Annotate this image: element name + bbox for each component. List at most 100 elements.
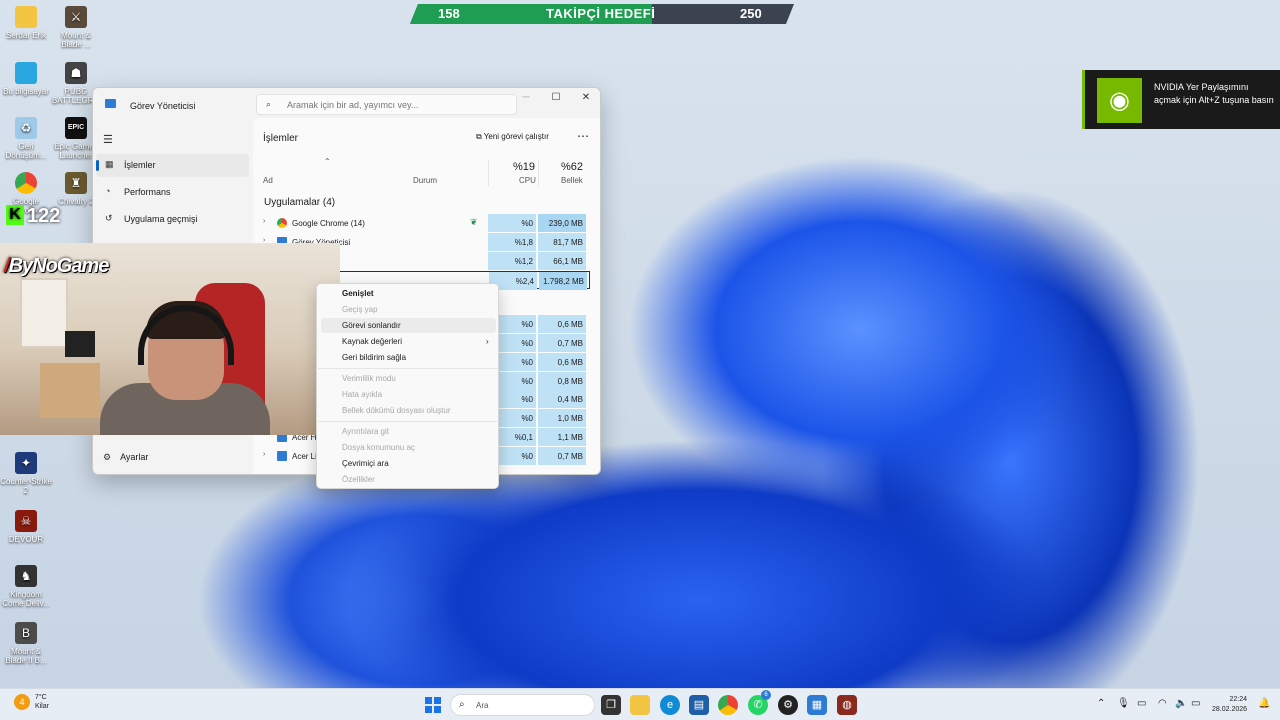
chrome-icon bbox=[15, 172, 37, 194]
menu-item-memory-dump: Bellek dökümü dosyası oluştur bbox=[342, 406, 451, 415]
submenu-arrow-icon: › bbox=[486, 337, 489, 346]
desktop-icon-recycle-bin[interactable]: ♻ Geri Dönüşüm... bbox=[0, 117, 52, 160]
menu-item-go-to-details: Ayrıntılara git bbox=[342, 427, 389, 436]
chrome-icon bbox=[277, 218, 287, 228]
system-clock[interactable]: 22:24 28.02.2026 bbox=[1212, 695, 1247, 715]
chevron-right-icon[interactable]: › bbox=[263, 451, 265, 458]
follower-goal-bar: 158 TAKİPÇİ HEDEFİ 250 bbox=[410, 4, 794, 24]
weather-widget[interactable]: 4 7°C Kilar bbox=[14, 693, 49, 711]
computer-icon bbox=[15, 62, 37, 84]
grid-icon: ▦ bbox=[105, 159, 114, 169]
context-menu: Genişlet Geçiş yap Görevi sonlandır Kayn… bbox=[316, 283, 499, 489]
desktop-icon-kingdom-come[interactable]: ♞ Kingdom Come Deliv... bbox=[0, 565, 52, 608]
hamburger-menu-icon[interactable]: ☰ bbox=[103, 133, 113, 146]
menu-item-resource-values[interactable]: Kaynak değerleri bbox=[342, 337, 402, 346]
performance-icon: ◔ bbox=[105, 186, 111, 196]
task-manager-logo-icon bbox=[105, 99, 116, 108]
menu-item-properties: Özellikler bbox=[342, 475, 375, 484]
table-row[interactable]: › Google Chrome (14) ❦ %0 239,0 MB bbox=[253, 214, 590, 232]
webcam-overlay: /ByNoGame bbox=[0, 243, 340, 435]
epic-icon: EPIC bbox=[65, 117, 87, 139]
task-view-icon[interactable]: ❐ bbox=[601, 695, 621, 715]
acer-app-icon bbox=[277, 451, 287, 461]
display-icon[interactable]: ▭ bbox=[1137, 698, 1146, 709]
gear-icon: ⚙ bbox=[103, 452, 112, 462]
chrome-icon[interactable] bbox=[718, 695, 738, 715]
file-explorer-icon[interactable] bbox=[630, 695, 650, 715]
volume-icon[interactable]: 🔈 bbox=[1175, 698, 1187, 709]
column-cpu[interactable]: CPU bbox=[519, 176, 536, 185]
weather-condition: Kilar bbox=[34, 703, 49, 710]
run-task-icon: ⧉ bbox=[476, 132, 484, 141]
taskbar: 4 7°C Kilar ⌕ Ara ❐ e ▤ ✆ 6 ⚙ ▦ ◍ ⌃ 🎙 ▭ ◠… bbox=[0, 688, 1280, 720]
game-icon: B bbox=[15, 622, 37, 644]
history-icon: ↺ bbox=[105, 213, 113, 223]
game-icon: ☠ bbox=[15, 510, 37, 532]
task-manager-taskbar-icon[interactable]: ▦ bbox=[807, 695, 827, 715]
menu-item-end-task[interactable]: Görevi sonlandır bbox=[342, 321, 401, 330]
notifications-icon[interactable]: 🔔 bbox=[1258, 698, 1270, 709]
desktop-icon-mount-blade[interactable]: ⚔ Mount & Blade ... bbox=[50, 6, 102, 49]
column-name[interactable]: Ad bbox=[263, 176, 273, 185]
menu-item-expand[interactable]: Genişlet bbox=[342, 289, 374, 298]
wifi-icon[interactable]: ◠ bbox=[1158, 698, 1167, 709]
obs-icon[interactable]: ◍ bbox=[837, 695, 857, 715]
minimize-button[interactable]: ─ bbox=[511, 92, 541, 108]
memory-total: %62 bbox=[561, 161, 584, 173]
taskbar-search[interactable]: ⌕ Ara bbox=[450, 694, 595, 716]
menu-item-open-file-location: Dosya konumunu aç bbox=[342, 443, 415, 452]
maximize-button[interactable]: ☐ bbox=[541, 92, 571, 108]
start-button[interactable] bbox=[425, 697, 441, 713]
steam-icon[interactable]: ⚙ bbox=[778, 695, 798, 715]
window-title: Görev Yöneticisi bbox=[130, 101, 196, 111]
close-button[interactable]: ✕ bbox=[571, 92, 600, 108]
menu-item-switch-to: Geçiş yap bbox=[342, 305, 378, 314]
nav-item-processes[interactable]: ▦ İşlemler bbox=[96, 154, 249, 177]
nav-item-app-history[interactable]: ↺ Uygulama geçmişi bbox=[96, 208, 249, 231]
follower-current: 158 bbox=[438, 6, 460, 21]
desktop-icon-devour[interactable]: ☠ DEVOUR bbox=[0, 510, 52, 544]
follower-goal-label: TAKİPÇİ HEDEFİ bbox=[546, 6, 656, 21]
follower-goal-target: 250 bbox=[740, 6, 762, 21]
store-icon[interactable]: ▤ bbox=[689, 695, 709, 715]
streamer-logo: /ByNoGame bbox=[4, 255, 109, 277]
game-icon: ♜ bbox=[65, 172, 87, 194]
search-icon: ⌕ bbox=[459, 699, 465, 710]
nav-item-performance[interactable]: ◔ Performans bbox=[96, 181, 249, 204]
weather-icon: 4 bbox=[14, 694, 30, 710]
desktop-icon-bannerlord[interactable]: B Mount & Blade II B... bbox=[0, 622, 52, 665]
menu-item-feedback[interactable]: Geri bildirim sağla bbox=[342, 353, 406, 362]
sort-arrow-icon: ⌃ bbox=[324, 157, 331, 166]
search-input[interactable]: ⌕ Aramak için bir ad, yayımcı vey... bbox=[256, 94, 517, 115]
menu-item-debug: Hata ayıkla bbox=[342, 390, 383, 399]
desktop-icon-cs2[interactable]: ✦ Counter-Strike 2 bbox=[0, 452, 52, 495]
kick-viewer-count: K 122 bbox=[6, 205, 60, 228]
edge-icon[interactable]: e bbox=[660, 695, 680, 715]
column-memory[interactable]: Bellek bbox=[561, 176, 583, 185]
search-icon: ⌕ bbox=[266, 99, 272, 109]
nav-item-settings[interactable]: ⚙ Ayarlar bbox=[103, 452, 148, 463]
kick-logo-icon: K bbox=[6, 205, 24, 225]
game-icon: ☗ bbox=[65, 62, 87, 84]
game-icon: ⚔ bbox=[65, 6, 87, 28]
cpu-total: %19 bbox=[513, 161, 536, 173]
menu-item-search-online[interactable]: Çevrimiçi ara bbox=[342, 459, 389, 468]
nvidia-notification[interactable]: ◉ NVIDIA Yer Paylaşımını açmak için Alt+… bbox=[1082, 70, 1280, 129]
run-new-task-button[interactable]: ⧉ Yeni görevi çalıştır bbox=[476, 132, 549, 142]
chevron-right-icon[interactable]: › bbox=[263, 218, 265, 225]
battery-icon[interactable]: ▭ bbox=[1191, 698, 1200, 709]
page-title: İşlemler bbox=[263, 133, 299, 144]
microphone-icon[interactable]: 🎙 bbox=[1117, 698, 1130, 709]
chevron-up-icon[interactable]: ⌃ bbox=[1097, 698, 1105, 709]
folder-icon bbox=[15, 6, 37, 28]
more-options-icon[interactable]: ⋯ bbox=[577, 129, 589, 143]
weather-temp: 7°C bbox=[34, 694, 47, 701]
menu-item-efficiency-mode: Verimlilik modu bbox=[342, 374, 396, 383]
notification-message: NVIDIA Yer Paylaşımını açmak için Alt+Z … bbox=[1154, 82, 1274, 105]
whatsapp-badge: 6 bbox=[761, 690, 771, 700]
desktop-icon-this-pc[interactable]: Bu bilgisayar bbox=[0, 62, 52, 96]
desktop-icon-serdar-erik[interactable]: Serdar Erik bbox=[0, 6, 52, 40]
efficiency-leaf-icon: ❦ bbox=[470, 217, 478, 227]
column-status[interactable]: Durum bbox=[413, 176, 437, 185]
game-icon: ✦ bbox=[15, 452, 37, 474]
